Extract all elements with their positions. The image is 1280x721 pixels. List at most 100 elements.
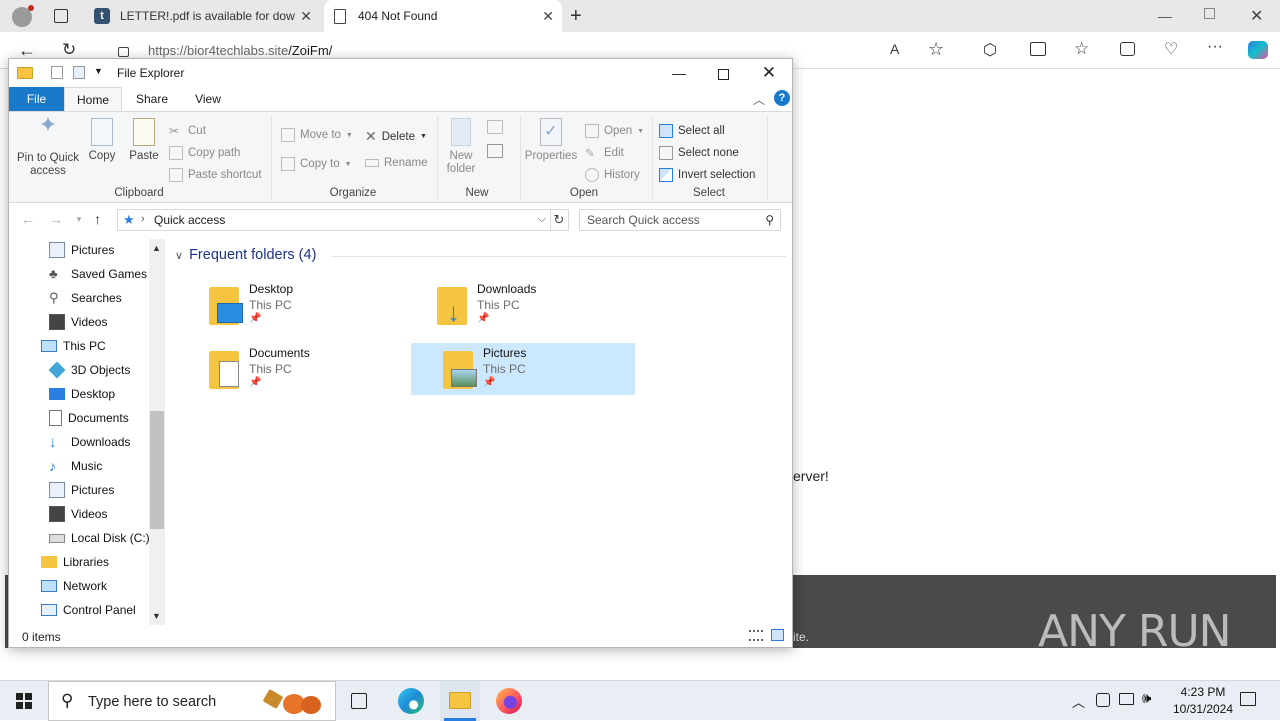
qat-new-folder-icon[interactable]	[73, 66, 85, 79]
nav-item-downloads[interactable]: ↓ Downloads	[49, 431, 130, 453]
collections-icon[interactable]	[1120, 42, 1135, 56]
easy-access-icon[interactable]	[487, 144, 503, 158]
security-tray-icon[interactable]	[1096, 693, 1110, 707]
new-item-icon[interactable]	[487, 120, 503, 134]
collapse-ribbon-icon[interactable]: ︿	[753, 91, 765, 108]
select-all-button[interactable]: Select all	[659, 124, 725, 138]
tab-file[interactable]: File	[9, 87, 64, 111]
clock-date[interactable]: 10/31/2024	[1164, 702, 1242, 716]
history-button[interactable]: History	[585, 168, 640, 182]
folder-tile-documents[interactable]: Documents This PC 📌	[203, 343, 427, 395]
back-arrow-icon[interactable]: ←	[21, 211, 35, 227]
browser-essentials-icon[interactable]: ♡	[1164, 39, 1178, 59]
firefox-app-icon[interactable]	[496, 688, 522, 714]
copy-to-button[interactable]: Copy to ▼	[281, 157, 352, 171]
copy-button[interactable]: Copy	[85, 118, 119, 163]
forward-arrow-icon[interactable]: →	[49, 211, 63, 227]
tab-home[interactable]: Home	[64, 87, 122, 111]
search-box[interactable]: ⚲	[579, 209, 781, 231]
details-view-icon[interactable]	[749, 630, 763, 641]
close-tab-icon[interactable]: ✕	[542, 8, 554, 25]
more-menu-icon[interactable]: ···	[1207, 38, 1223, 56]
help-icon[interactable]: ?	[774, 90, 790, 106]
start-windows-icon[interactable]	[16, 693, 32, 709]
new-tab-icon[interactable]: +	[570, 5, 582, 28]
tab-actions-icon[interactable]	[54, 9, 68, 23]
nav-item-libraries[interactable]: Libraries	[41, 551, 109, 573]
folder-tile-pictures[interactable]: Pictures This PC 📌	[411, 343, 635, 395]
nav-item-videos[interactable]: Videos	[49, 311, 107, 333]
tab-share[interactable]: Share	[127, 87, 177, 111]
copy-path-button[interactable]: Copy path	[169, 146, 240, 160]
large-icons-view-icon[interactable]	[771, 629, 784, 641]
nav-item-music[interactable]: ♪ Music	[49, 455, 102, 477]
folder-tile-desktop[interactable]: Desktop This PC 📌	[203, 279, 427, 331]
nav-item-network[interactable]: Network	[41, 575, 107, 597]
nav-item-saved-games[interactable]: ♣ Saved Games	[49, 263, 147, 285]
cut-button[interactable]: ✂ Cut	[169, 124, 206, 138]
nav-item-pictures[interactable]: Pictures	[49, 479, 114, 501]
browser-tab-letter[interactable]: t LETTER!.pdf is available for down ✕	[84, 0, 320, 32]
show-hidden-icons-icon[interactable]: ︿	[1072, 692, 1085, 711]
tab-view[interactable]: View	[183, 87, 233, 111]
minimize-browser-icon[interactable]: —	[1158, 8, 1172, 24]
nav-item-3d-objects[interactable]: 3D Objects	[48, 359, 130, 381]
nav-scrollbar[interactable]: ▲ ▼	[149, 239, 165, 625]
close-browser-icon[interactable]: ✕	[1250, 6, 1263, 26]
recent-locations-icon[interactable]: ▼	[75, 215, 83, 224]
qat-properties-icon[interactable]	[51, 66, 63, 79]
up-arrow-icon[interactable]: ↑	[94, 211, 101, 227]
paste-button[interactable]: Paste	[125, 118, 163, 163]
scroll-up-icon[interactable]: ▲	[152, 243, 161, 253]
pin-quick-access-button[interactable]: ✦ Pin to Quick access	[13, 114, 83, 178]
lock-icon[interactable]	[118, 47, 129, 57]
frequent-folders-header[interactable]: ∨ Frequent folders (4)	[175, 247, 316, 263]
minimize-button[interactable]: —	[657, 61, 701, 85]
nav-item-pictures[interactable]: Pictures	[49, 239, 114, 261]
edge-app-icon[interactable]	[398, 688, 424, 714]
task-view-icon[interactable]	[351, 693, 367, 709]
scroll-down-icon[interactable]: ▼	[152, 611, 161, 621]
nav-item-local-disk[interactable]: Local Disk (C:)	[49, 527, 150, 549]
notifications-icon[interactable]	[1240, 692, 1256, 706]
paste-shortcut-button[interactable]: Paste shortcut	[169, 168, 262, 182]
clock-time[interactable]: 4:23 PM	[1174, 685, 1232, 699]
nav-item-videos[interactable]: Videos	[49, 503, 107, 525]
qat-dropdown-icon[interactable]: ▼	[94, 66, 103, 76]
new-folder-button[interactable]: New folder	[443, 118, 479, 176]
open-button[interactable]: Open ▼	[585, 124, 644, 138]
properties-button[interactable]: ✓ Properties	[523, 118, 579, 163]
extensions-icon[interactable]: ⬡	[983, 40, 997, 60]
nav-item-this-pc[interactable]: This PC	[41, 335, 106, 357]
read-aloud-icon[interactable]: A	[890, 41, 899, 57]
favorite-star-icon[interactable]: ☆	[928, 39, 944, 60]
folder-tile-downloads[interactable]: ↓ Downloads This PC 📌	[431, 279, 655, 331]
maximize-button[interactable]	[701, 61, 745, 85]
close-button[interactable]: ✕	[747, 61, 791, 85]
address-dropdown-icon[interactable]: ⌵	[538, 213, 546, 226]
close-tab-icon[interactable]: ✕	[300, 8, 312, 25]
delete-button[interactable]: ✕ Delete ▼	[365, 128, 427, 145]
nav-item-searches[interactable]: ⚲ Searches	[49, 287, 122, 309]
nav-item-control-panel[interactable]: Control Panel	[41, 599, 136, 621]
move-to-button[interactable]: Move to ▼	[281, 128, 353, 142]
address-bar[interactable]: ★ › Quick access ⌵	[117, 209, 551, 231]
copilot-icon[interactable]	[1248, 41, 1268, 59]
invert-selection-button[interactable]: Invert selection	[659, 168, 755, 182]
network-tray-icon[interactable]	[1119, 693, 1134, 705]
rename-button[interactable]: Rename	[365, 157, 427, 169]
taskbar-search-box[interactable]: ⚲ Type here to search	[48, 681, 336, 721]
scroll-thumb[interactable]	[150, 411, 164, 529]
reload-icon[interactable]: ↻	[62, 40, 76, 60]
search-input[interactable]	[587, 213, 757, 227]
split-screen-icon[interactable]	[1030, 42, 1046, 56]
refresh-icon[interactable]: ↻	[550, 209, 569, 231]
favorites-icon[interactable]: ☆	[1074, 39, 1089, 59]
file-explorer-app-icon[interactable]	[440, 681, 480, 721]
url-field[interactable]: https://bior4techlabs.site/ZoiFm/	[148, 43, 332, 58]
edit-button[interactable]: ✎ Edit	[585, 146, 624, 160]
volume-tray-icon[interactable]: 🕪	[1142, 690, 1151, 707]
restore-browser-icon[interactable]	[1204, 8, 1215, 19]
select-none-button[interactable]: Select none	[659, 146, 739, 160]
nav-item-documents[interactable]: Documents	[49, 407, 129, 429]
